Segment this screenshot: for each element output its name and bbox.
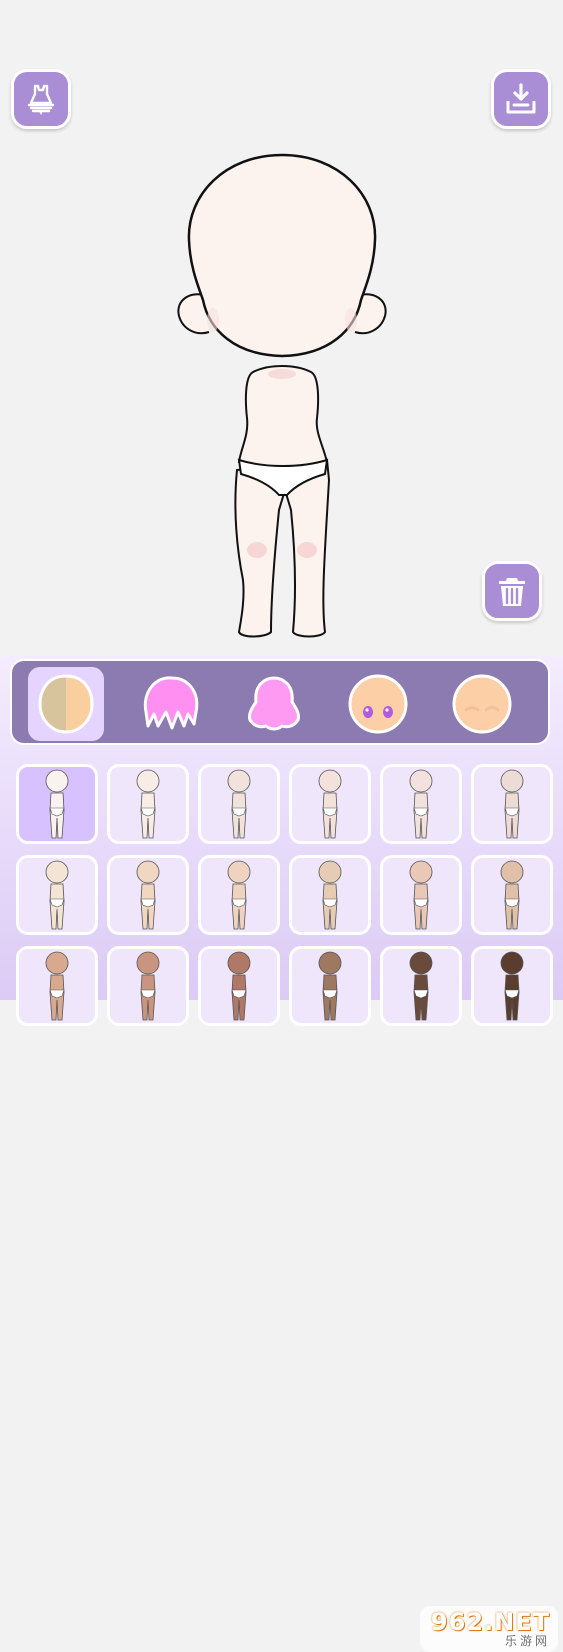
hair-icon [143, 676, 199, 730]
body-preview-icon [136, 951, 160, 1021]
outfit-icon [27, 84, 55, 115]
body-preview-icon [136, 769, 160, 839]
body-preview-icon [227, 860, 251, 930]
face-icon [452, 674, 512, 734]
trash-button[interactable] [482, 561, 542, 621]
skin-swatch[interactable] [107, 946, 189, 1026]
skin-swatch[interactable] [198, 764, 280, 844]
skin-swatch[interactable] [289, 855, 371, 935]
back-hair-icon [248, 676, 300, 731]
download-icon [506, 83, 536, 114]
body-preview-icon [318, 951, 342, 1021]
skin-swatch[interactable] [471, 855, 553, 935]
skin-swatch[interactable] [198, 855, 280, 935]
watermark: 962.NET 乐游网 [420, 1606, 558, 1652]
skin-swatch[interactable] [16, 764, 98, 844]
skin-swatch[interactable] [198, 946, 280, 1026]
skin-swatch[interactable] [380, 764, 462, 844]
body-preview-icon [409, 860, 433, 930]
tab-back-hair[interactable] [236, 667, 312, 741]
save-button[interactable] [491, 69, 551, 129]
tab-hair[interactable] [132, 667, 208, 741]
skin-swatch[interactable] [380, 946, 462, 1026]
body-preview-icon [409, 951, 433, 1021]
body-preview-icon [318, 769, 342, 839]
customization-panel: 962.NET 乐游网 [0, 656, 563, 1652]
watermark-sub: 乐游网 [504, 1634, 550, 1648]
body-preview-icon [45, 860, 69, 930]
character-stage [0, 0, 563, 656]
skin-swatch[interactable] [471, 946, 553, 1026]
body-preview-icon [500, 860, 524, 930]
skin-swatch[interactable] [289, 946, 371, 1026]
body-preview-icon [500, 951, 524, 1021]
character-preview [177, 153, 387, 638]
category-tabbar [10, 659, 550, 745]
skin-swatch[interactable] [471, 764, 553, 844]
outfit-button[interactable] [11, 69, 71, 129]
body-preview-icon [45, 769, 69, 839]
body-preview-icon [45, 951, 69, 1021]
tab-eyes[interactable] [340, 667, 416, 741]
body-preview-icon [409, 769, 433, 839]
trash-icon [499, 578, 525, 606]
skin-swatch[interactable] [16, 855, 98, 935]
eyes-icon [348, 674, 408, 734]
skin-tone-icon [38, 674, 94, 734]
body-preview-icon [318, 860, 342, 930]
body-preview-icon [136, 860, 160, 930]
body-preview-icon [227, 951, 251, 1021]
skin-swatch[interactable] [380, 855, 462, 935]
tab-skin[interactable] [28, 667, 104, 741]
skin-swatch[interactable] [289, 764, 371, 844]
skin-swatch[interactable] [107, 855, 189, 935]
skin-swatch[interactable] [107, 764, 189, 844]
body-preview-icon [227, 769, 251, 839]
tab-face[interactable] [444, 667, 520, 741]
body-preview-icon [500, 769, 524, 839]
skin-swatch[interactable] [16, 946, 98, 1026]
watermark-brand: 962.NET [430, 1608, 550, 1636]
